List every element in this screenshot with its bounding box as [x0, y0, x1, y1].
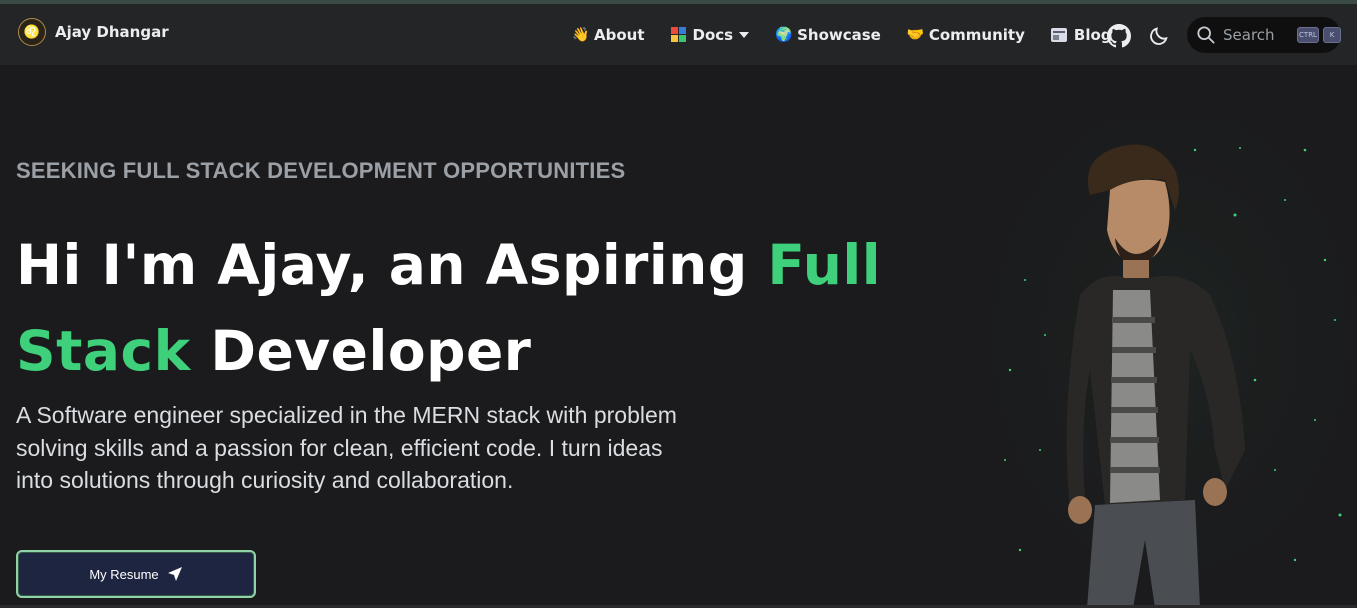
- headline-text: Hi I'm Ajay, an Aspiring: [16, 233, 768, 297]
- kbd-k: K: [1323, 27, 1341, 43]
- kbd-ctrl: CTRL: [1297, 27, 1319, 43]
- moon-icon: [1150, 27, 1168, 45]
- nav-item-community[interactable]: 🤝 Community: [907, 26, 1025, 44]
- nav-item-label: Community: [928, 25, 1025, 44]
- theme-toggle-button[interactable]: [1146, 23, 1172, 49]
- profile-portrait: [985, 120, 1357, 608]
- hero-headline: Hi I'm Ajay, an Aspiring Full Stack Deve…: [16, 222, 896, 394]
- hero-subtitle: SEEKING FULL STACK DEVELOPMENT OPPORTUNI…: [16, 158, 626, 183]
- hero-description: A Software engineer specialized in the M…: [16, 402, 677, 493]
- search-icon: [1197, 26, 1215, 44]
- github-icon: [1107, 24, 1131, 48]
- waving-hand-icon: 👋: [572, 26, 590, 43]
- resume-button[interactable]: My Resume: [16, 550, 256, 598]
- headline-text-end: Developer: [190, 319, 532, 383]
- nav-item-showcase[interactable]: 🌍 Showcase: [775, 26, 881, 44]
- nav-item-docs[interactable]: Docs: [670, 25, 750, 44]
- nav-menu: 👋 About Docs 🌍 Showcase 🤝 Community Blog: [572, 4, 1138, 65]
- brand-link[interactable]: ♌ Ajay Dhangar: [18, 18, 169, 46]
- lion-crest-icon: ♌: [18, 18, 46, 46]
- globe-icon: 🌍: [775, 26, 793, 43]
- nav-item-label: Showcase: [797, 25, 881, 44]
- search-placeholder: Search: [1223, 26, 1275, 44]
- resume-button-label: My Resume: [89, 566, 159, 582]
- paper-plane-icon: [167, 567, 182, 581]
- books-icon: [670, 27, 686, 42]
- brand-title: Ajay Dhangar: [55, 23, 169, 41]
- search-box[interactable]: Search CTRL K: [1187, 17, 1341, 53]
- newspaper-icon: [1050, 27, 1067, 42]
- navbar: ♌ Ajay Dhangar 👋 About Docs 🌍 Showcase 🤝…: [0, 4, 1357, 65]
- nav-item-about[interactable]: 👋 About: [572, 26, 645, 44]
- handshake-icon: 🤝: [906, 26, 925, 43]
- nav-item-blog[interactable]: Blog: [1050, 26, 1112, 44]
- nav-item-label: About: [594, 25, 645, 44]
- github-link[interactable]: [1106, 23, 1132, 49]
- nav-item-label: Docs: [692, 25, 734, 44]
- chevron-down-icon: [739, 31, 750, 38]
